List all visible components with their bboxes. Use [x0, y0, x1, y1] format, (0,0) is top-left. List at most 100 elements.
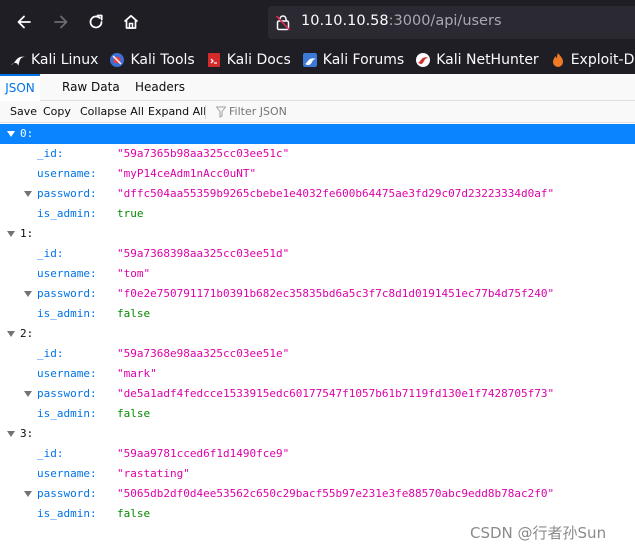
expand-toggle-icon[interactable]: [24, 291, 32, 297]
tree-row-index[interactable]: 0:: [0, 124, 635, 144]
key-username: username:: [37, 167, 97, 180]
tab-json[interactable]: JSON: [0, 74, 40, 101]
key-username: username:: [37, 367, 97, 380]
bookmark-label: Kali Tools: [130, 51, 195, 68]
kali-docs-icon: [206, 52, 222, 68]
browser-toolbar: 10.10.10.58:3000/api/users: [0, 0, 635, 45]
expand-all-button[interactable]: Expand All: [148, 101, 206, 123]
value-password: "f0e2e750791171b0391b682ec35835bd6a5c3f7…: [117, 287, 555, 300]
value-is-admin: false: [117, 507, 151, 520]
array-index: 2:: [20, 327, 34, 340]
json-viewer-tabs: JSON Raw Data Headers: [0, 74, 635, 101]
bookmark-label: Exploit-DB: [570, 51, 635, 68]
reload-button[interactable]: [82, 8, 110, 36]
key-password: password:: [37, 487, 97, 500]
value-username: "tom": [117, 267, 151, 280]
key-password: password:: [37, 187, 97, 200]
filter-json-input[interactable]: [229, 101, 369, 123]
tree-row-index[interactable]: 2:: [0, 324, 635, 344]
value-username: "rastating": [117, 467, 190, 480]
tree-row[interactable]: is_admin: false: [0, 304, 635, 324]
key-id: _id:: [37, 347, 64, 360]
home-icon: [123, 14, 139, 29]
tree-row[interactable]: _id: "59aa9781cced6f1d1490fce9": [0, 444, 635, 464]
tree-row-index[interactable]: 3:: [0, 424, 635, 444]
bookmark-exploit-db[interactable]: Exploit-DB: [550, 49, 635, 71]
tree-row[interactable]: username: "myP14ceAdm1nAcc0uNT": [0, 164, 635, 184]
url-host: 10.10.10.58: [301, 13, 389, 29]
bookmark-label: Kali Linux: [31, 51, 99, 68]
kali-dragon-icon: [10, 52, 26, 68]
value-is-admin: false: [117, 407, 151, 420]
bookmarks-toolbar: Kali Linux Kali Tools Kali Docs Kali For…: [0, 45, 635, 74]
url-path: :3000/api/users: [388, 13, 502, 29]
tree-row[interactable]: username: "tom": [0, 264, 635, 284]
key-id: _id:: [37, 447, 64, 460]
save-button[interactable]: Save: [10, 101, 37, 123]
tree-row[interactable]: password: "f0e2e750791171b0391b682ec3583…: [0, 284, 635, 304]
copy-button[interactable]: Copy: [43, 101, 71, 123]
insecure-lock-icon[interactable]: [275, 14, 291, 31]
tree-row[interactable]: password: "de5a1adf4fedcce1533915edc6017…: [0, 384, 635, 404]
tree-row[interactable]: password: "dffc504aa55359b9265cbebe1e403…: [0, 184, 635, 204]
kali-forums-icon: [302, 52, 318, 68]
address-bar[interactable]: 10.10.10.58:3000/api/users: [268, 6, 635, 39]
value-password: "de5a1adf4fedcce1533915edc60177547f1057b…: [117, 387, 555, 400]
bookmark-kali-linux[interactable]: Kali Linux: [10, 49, 98, 71]
bookmark-kali-nethunter[interactable]: Kali NetHunter: [415, 49, 539, 71]
collapse-all-button[interactable]: Collapse All: [80, 101, 144, 123]
expand-toggle-icon[interactable]: [24, 191, 32, 197]
toolbar-divider: [205, 105, 206, 119]
key-password: password:: [37, 387, 97, 400]
json-toolbar: Save Copy Collapse All Expand All: [0, 101, 635, 123]
back-arrow-icon: [17, 15, 31, 29]
key-username: username:: [37, 267, 97, 280]
tree-row[interactable]: is_admin: false: [0, 404, 635, 424]
tree-row[interactable]: password: "5065db2df0d4ee53562c650c29bac…: [0, 484, 635, 504]
key-is-admin: is_admin:: [37, 407, 97, 420]
value-is-admin: false: [117, 307, 151, 320]
home-button[interactable]: [117, 8, 145, 36]
value-id: "59a7368398aa325cc03ee51d": [117, 247, 290, 260]
tree-row-index[interactable]: 1:: [0, 224, 635, 244]
tree-row[interactable]: is_admin: false: [0, 504, 635, 524]
back-button[interactable]: [10, 8, 38, 36]
tree-row[interactable]: _id: "59a7368398aa325cc03ee51d": [0, 244, 635, 264]
value-username: "myP14ceAdm1nAcc0uNT": [117, 167, 257, 180]
kali-nethunter-icon: [415, 52, 431, 68]
key-is-admin: is_admin:: [37, 207, 97, 220]
expand-toggle-icon[interactable]: [7, 131, 15, 137]
expand-toggle-icon[interactable]: [7, 431, 15, 437]
tree-row[interactable]: username: "rastating": [0, 464, 635, 484]
value-id: "59a7365b98aa325cc03ee51c": [117, 147, 290, 160]
tab-raw-data[interactable]: Raw Data: [62, 74, 120, 101]
expand-toggle-icon[interactable]: [24, 391, 32, 397]
forward-arrow-icon: [54, 15, 68, 29]
bookmark-label: Kali NetHunter: [436, 51, 539, 68]
exploit-db-icon: [550, 52, 566, 68]
tree-row[interactable]: _id: "59a7365b98aa325cc03ee51c": [0, 144, 635, 164]
expand-toggle-icon[interactable]: [7, 331, 15, 337]
key-id: _id:: [37, 147, 64, 160]
key-is-admin: is_admin:: [37, 507, 97, 520]
array-index: 3:: [20, 427, 34, 440]
key-username: username:: [37, 467, 97, 480]
bookmark-kali-forums[interactable]: Kali Forums: [302, 49, 404, 71]
array-index: 0:: [20, 127, 34, 140]
value-username: "mark": [117, 367, 157, 380]
tree-row[interactable]: is_admin: true: [0, 204, 635, 224]
tab-headers[interactable]: Headers: [135, 74, 185, 101]
expand-toggle-icon[interactable]: [24, 491, 32, 497]
forward-button[interactable]: [47, 8, 75, 36]
url-text[interactable]: 10.10.10.58:3000/api/users: [301, 13, 502, 29]
tree-row[interactable]: _id: "59a7368e98aa325cc03ee51e": [0, 344, 635, 364]
bookmark-kali-docs[interactable]: Kali Docs: [206, 49, 291, 71]
tree-row[interactable]: username: "mark": [0, 364, 635, 384]
expand-toggle-icon[interactable]: [7, 231, 15, 237]
bookmark-label: Kali Forums: [322, 51, 405, 68]
value-id: "59a7368e98aa325cc03ee51e": [117, 347, 290, 360]
key-is-admin: is_admin:: [37, 307, 97, 320]
key-password: password:: [37, 287, 97, 300]
bookmark-kali-tools[interactable]: Kali Tools: [109, 49, 195, 71]
bookmark-label: Kali Docs: [226, 51, 291, 68]
